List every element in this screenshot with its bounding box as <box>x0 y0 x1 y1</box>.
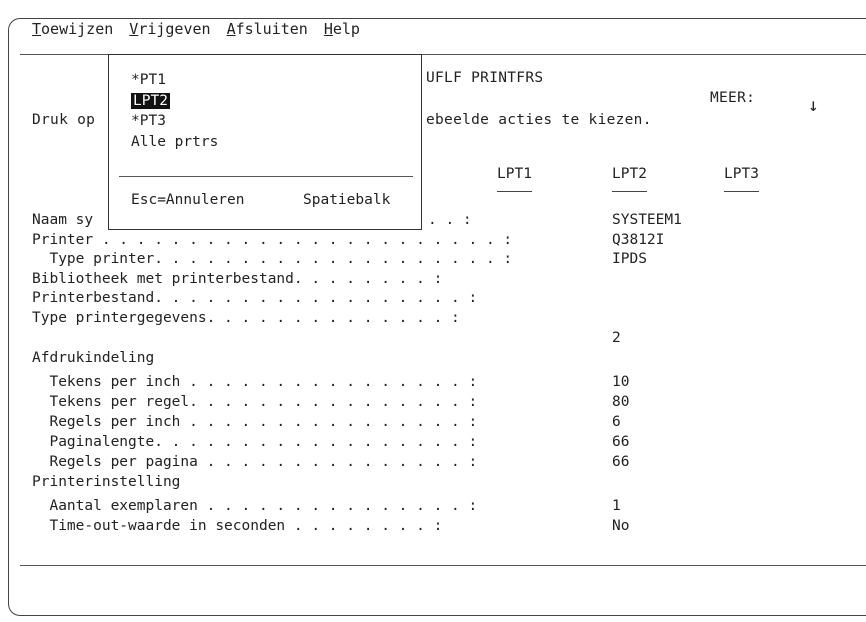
menu-afsluiten[interactable]: Afsluiten <box>227 20 308 42</box>
menu-help[interactable]: Help <box>324 20 360 42</box>
row-value: 66 <box>612 434 630 450</box>
column-header-lpt3: LPT3 <box>724 166 759 192</box>
menu-label: fsluiten <box>235 20 308 38</box>
row-dots: . . : <box>428 212 472 228</box>
menu-mnemonic: A <box>226 20 236 38</box>
panel-title: UFLF PRINTFRS <box>426 70 544 86</box>
row-value: 80 <box>612 394 630 410</box>
spacebar-key[interactable]: Spatiebalk <box>303 191 390 209</box>
table-row: Tekens per regel. . . . . . . . . . . . … <box>32 394 478 410</box>
row-value: 10 <box>612 374 630 390</box>
menu-mnemonic: H <box>323 20 333 38</box>
row-value: 2 <box>612 330 621 346</box>
table-row: Bibliotheek met printerbestand. . . . . … <box>32 271 443 287</box>
column-header-lpt1: LPT1 <box>497 166 532 192</box>
table-row: Regels per inch . . . . . . . . . . . . … <box>32 414 478 430</box>
table-row: Paginalengte. . . . . . . . . . . . . . … <box>32 434 478 450</box>
menu-label: rijgeven <box>138 20 211 38</box>
popup-option[interactable]: *PT1 <box>131 71 166 89</box>
esc-cancel-key[interactable]: Esc=Annuleren <box>131 191 245 209</box>
table-row: Time-out-waarde in seconden . . . . . . … <box>32 518 443 534</box>
instruction-left: Druk op <box>32 112 96 128</box>
menu-mnemonic: T <box>32 20 42 38</box>
row-value: Q3812I <box>612 232 665 248</box>
table-row: Afdrukindeling <box>32 350 155 366</box>
table-row: Tekens per inch . . . . . . . . . . . . … <box>32 374 478 390</box>
printer-select-popup: *PT1 LPT2 *PT3 Alle prtrs Esc=Annuleren … <box>108 54 422 230</box>
column-header-lpt2: LPT2 <box>612 166 647 192</box>
table-row: Printerbestand. . . . . . . . . . . . . … <box>32 290 478 306</box>
row-value: 66 <box>612 454 630 470</box>
table-row: Type printergegevens. . . . . . . . . . … <box>32 310 460 326</box>
menu-mnemonic: V <box>129 20 139 38</box>
table-row: Printer . . . . . . . . . . . . . . . . … <box>32 232 513 248</box>
popup-option[interactable]: Alle prtrs <box>131 133 218 151</box>
table-row: Naam sy . . : <box>32 212 472 228</box>
row-value: 1 <box>612 498 621 514</box>
table-row: Aantal exemplaren . . . . . . . . . . . … <box>32 498 478 514</box>
instruction-right: ebeelde acties te kiezen. <box>426 112 652 128</box>
row-label: Naam sy <box>32 212 94 228</box>
bottom-divider <box>20 565 866 566</box>
row-value: No <box>612 518 630 534</box>
menu-vrijgeven[interactable]: Vrijgeven <box>129 20 210 42</box>
selected-option-label: LPT2 <box>131 93 170 109</box>
popup-option[interactable]: *PT3 <box>131 112 166 130</box>
table-row: Printerinstelling <box>32 474 181 490</box>
popup-option-selected[interactable]: LPT2 <box>131 92 170 110</box>
row-value: 6 <box>612 414 621 430</box>
more-arrow-icon: ↓ <box>808 95 820 116</box>
row-value: SYSTEEM1 <box>612 212 682 228</box>
popup-divider <box>119 176 413 177</box>
table-row: Type printer. . . . . . . . . . . . . . … <box>32 251 513 267</box>
menu-bar: Toewijzen Vrijgeven Afsluiten Help <box>32 20 360 42</box>
menu-label: elp <box>332 20 360 38</box>
menu-toewijzen[interactable]: Toewijzen <box>32 20 113 42</box>
more-label: MEER: <box>710 90 756 106</box>
menu-label: oewijzen <box>41 20 114 38</box>
row-value: IPDS <box>612 251 647 267</box>
table-row: Regels per pagina . . . . . . . . . . . … <box>32 454 478 470</box>
